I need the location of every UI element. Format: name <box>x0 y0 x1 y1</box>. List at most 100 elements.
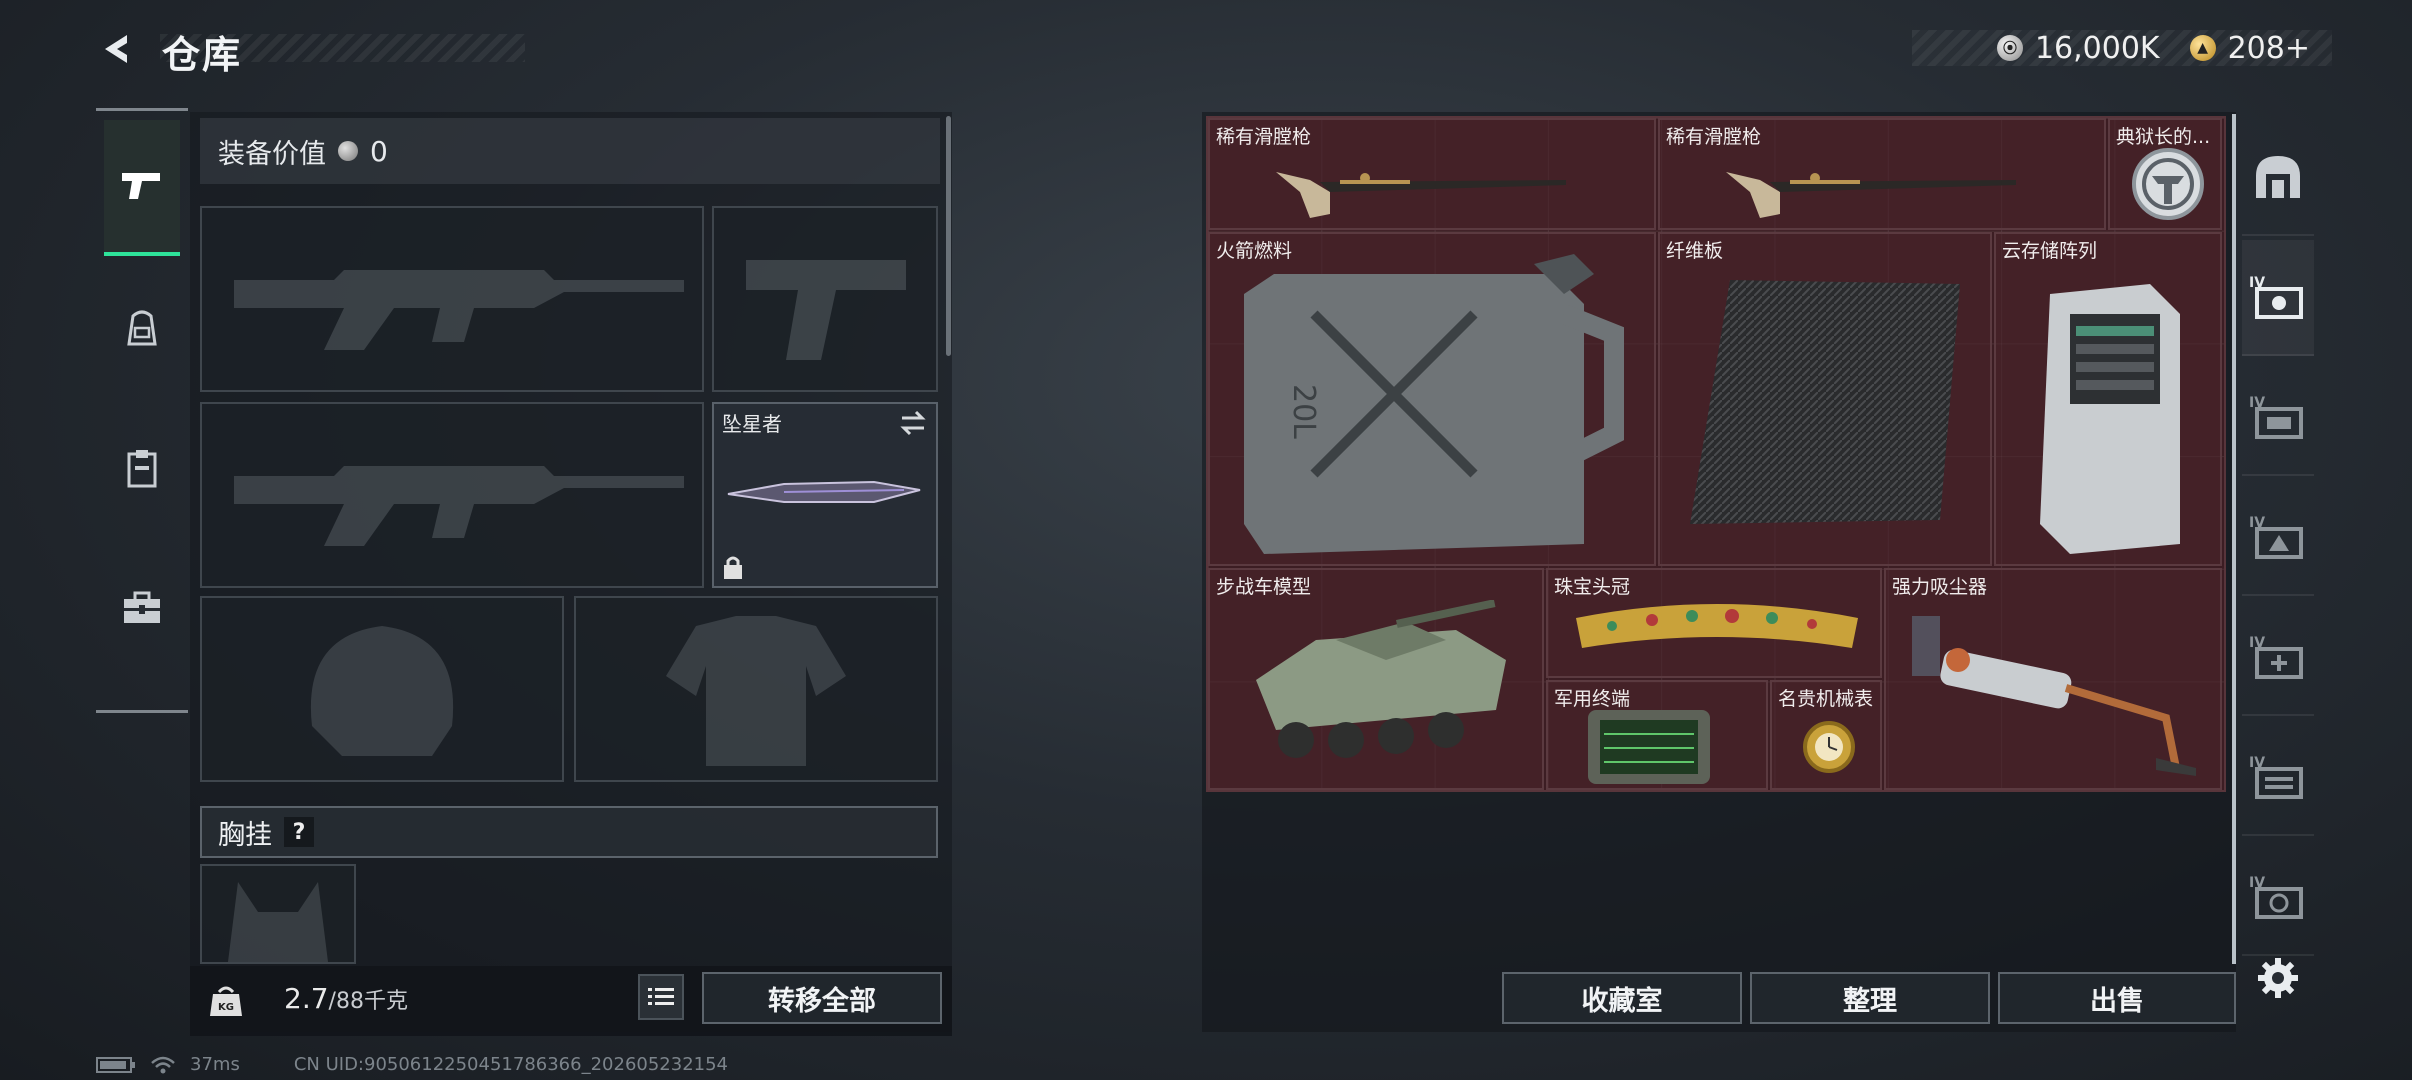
chest-rig-silhouette-icon <box>228 882 328 962</box>
pistol-silhouette-icon <box>746 260 906 360</box>
stash-item-warden-badge[interactable]: 典狱长的... <box>2108 118 2222 230</box>
crown-item-icon <box>1576 604 1858 648</box>
item-name: 步战车模型 <box>1216 576 1312 598</box>
item-name: 火箭燃料 <box>1216 240 1293 262</box>
right-tab-safe[interactable] <box>2242 120 2314 236</box>
chest-rig-label: 胸挂 <box>218 819 272 851</box>
slot-armor[interactable] <box>574 596 938 782</box>
left-tab-bar <box>96 108 188 712</box>
slot-helmet[interactable] <box>200 596 564 782</box>
helmet-silhouette-icon <box>310 626 454 756</box>
back-button[interactable] <box>92 26 142 72</box>
tab-gear[interactable] <box>104 260 180 396</box>
sell-button[interactable]: 出售 <box>1998 972 2236 1024</box>
swap-icon[interactable] <box>898 410 928 436</box>
svg-text:KG: KG <box>218 1002 234 1013</box>
chest-rig-header: 胸挂 ? <box>200 806 938 858</box>
stash-item-military-terminal[interactable]: 军用终端 <box>1546 680 1768 790</box>
silver-coin-icon <box>338 141 358 161</box>
back-arrow-icon <box>105 35 127 63</box>
slot-melee[interactable]: 坠星者 <box>712 402 938 588</box>
stash-iv-4-icon: IV <box>2249 635 2303 679</box>
pistol-icon <box>122 173 160 199</box>
item-name: 纤维板 <box>1666 240 1724 262</box>
safe-icon <box>2256 156 2300 198</box>
weight-readout: 2.7/88千克 <box>284 982 408 1015</box>
musket-item-icon <box>1276 172 1566 218</box>
battery-icon <box>96 1056 135 1073</box>
item-name: 稀有滑膛枪 <box>1666 126 1762 148</box>
slot-primary-weapon-1[interactable] <box>200 206 704 392</box>
svg-text:20L: 20L <box>1286 384 1321 439</box>
stash-scrollbar[interactable] <box>2232 114 2236 964</box>
transfer-all-button[interactable]: 转移全部 <box>702 972 942 1024</box>
right-tab-stash-3[interactable]: IV <box>2242 480 2314 596</box>
right-tab-stash-1[interactable]: IV <box>2242 240 2314 356</box>
stash-item-rocket-fuel[interactable]: 火箭燃料 20L <box>1208 232 1656 566</box>
knife-item-icon <box>727 480 921 503</box>
tab-weapons[interactable] <box>104 120 180 256</box>
armored-vehicle-item-icon <box>1256 600 1506 758</box>
settings-icon <box>2258 958 2298 998</box>
equipment-value: 0 <box>370 134 388 168</box>
stash-iv-2-icon: IV <box>2249 395 2303 439</box>
settings-button[interactable] <box>2242 920 2314 1036</box>
item-name: 典狱长的... <box>2116 126 2211 148</box>
organize-button[interactable]: 整理 <box>1750 972 1990 1024</box>
clipboard-icon <box>127 450 157 488</box>
jerrycan-item-icon: 20L <box>1244 254 1624 554</box>
briefcase-icon <box>124 591 160 623</box>
badge-item-icon <box>2132 148 2204 220</box>
watch-item-icon <box>1803 721 1855 773</box>
equipment-scrollbar[interactable] <box>946 116 951 356</box>
tab-storage[interactable] <box>104 400 180 536</box>
lock-icon <box>724 556 742 579</box>
backpack-icon <box>127 310 157 346</box>
status-bar: 37ms CN UID:9050612250451786366_20260523… <box>96 1054 728 1075</box>
carbon-board-item-icon <box>1690 280 1960 524</box>
item-name: 强力吸尘器 <box>1892 576 1988 598</box>
stash-item-jewel-crown[interactable]: 珠宝头冠 <box>1546 568 1882 678</box>
gold-amount[interactable]: 208+ <box>2228 31 2310 66</box>
stash-item-vacuum[interactable]: 强力吸尘器 <box>1884 568 2222 790</box>
rifle-silhouette-icon <box>234 270 684 350</box>
stash-item-musket-1[interactable]: 稀有滑膛枪 <box>1208 118 1656 230</box>
equipment-value-label: 装备价值 <box>218 138 326 170</box>
weight-total: /88千克 <box>328 989 408 1014</box>
rifle-silhouette-icon <box>234 466 684 546</box>
armor-silhouette-icon <box>666 616 846 766</box>
currency-bar: ⦿ 16,000K ▲ 208+ <box>1912 30 2332 66</box>
wifi-icon <box>151 1056 175 1073</box>
right-tab-stash-4[interactable]: IV <box>2242 600 2314 716</box>
gold-coin-icon: ▲ <box>2189 35 2216 61</box>
list-icon <box>648 988 674 1005</box>
silver-amount: 16,000K <box>2034 30 2160 66</box>
tab-case[interactable] <box>104 540 180 676</box>
weight-current: 2.7 <box>284 982 329 1015</box>
melee-item-name: 坠星者 <box>722 412 782 436</box>
stash-item-musket-2[interactable]: 稀有滑膛枪 <box>1658 118 2106 230</box>
slot-primary-weapon-2[interactable] <box>200 402 704 588</box>
list-view-button[interactable] <box>638 974 684 1020</box>
item-name: 珠宝头冠 <box>1554 576 1631 598</box>
musket-item-icon <box>1726 172 2016 218</box>
collection-button[interactable]: 收藏室 <box>1502 972 1742 1024</box>
vacuum-item-icon <box>1912 616 2196 776</box>
right-tab-stash-2[interactable]: IV <box>2242 360 2314 476</box>
item-name: 名贵机械表 <box>1778 688 1874 710</box>
right-tab-stash-5[interactable]: IV <box>2242 720 2314 836</box>
item-name: 军用终端 <box>1554 688 1631 710</box>
stash-iv-3-icon: IV <box>2249 515 2303 559</box>
ping-readout: 37ms <box>190 1054 240 1075</box>
item-name: 云存储阵列 <box>2002 240 2098 262</box>
server-item-icon <box>2040 284 2180 554</box>
stash-item-ifv-model[interactable]: 步战车模型 <box>1208 568 1544 790</box>
slot-pistol[interactable] <box>712 206 938 392</box>
stash-item-luxury-watch[interactable]: 名贵机械表 <box>1770 680 1882 790</box>
stash-item-cloud-storage[interactable]: 云存储阵列 <box>1994 232 2222 566</box>
stash-item-fiber-board[interactable]: 纤维板 <box>1658 232 1992 566</box>
help-button[interactable]: ? <box>284 817 314 847</box>
user-uid: CN UID:9050612250451786366_202605232154 <box>293 1054 729 1075</box>
slot-chest-rig[interactable] <box>200 864 356 964</box>
stash-iv-5-icon: IV <box>2249 755 2303 799</box>
